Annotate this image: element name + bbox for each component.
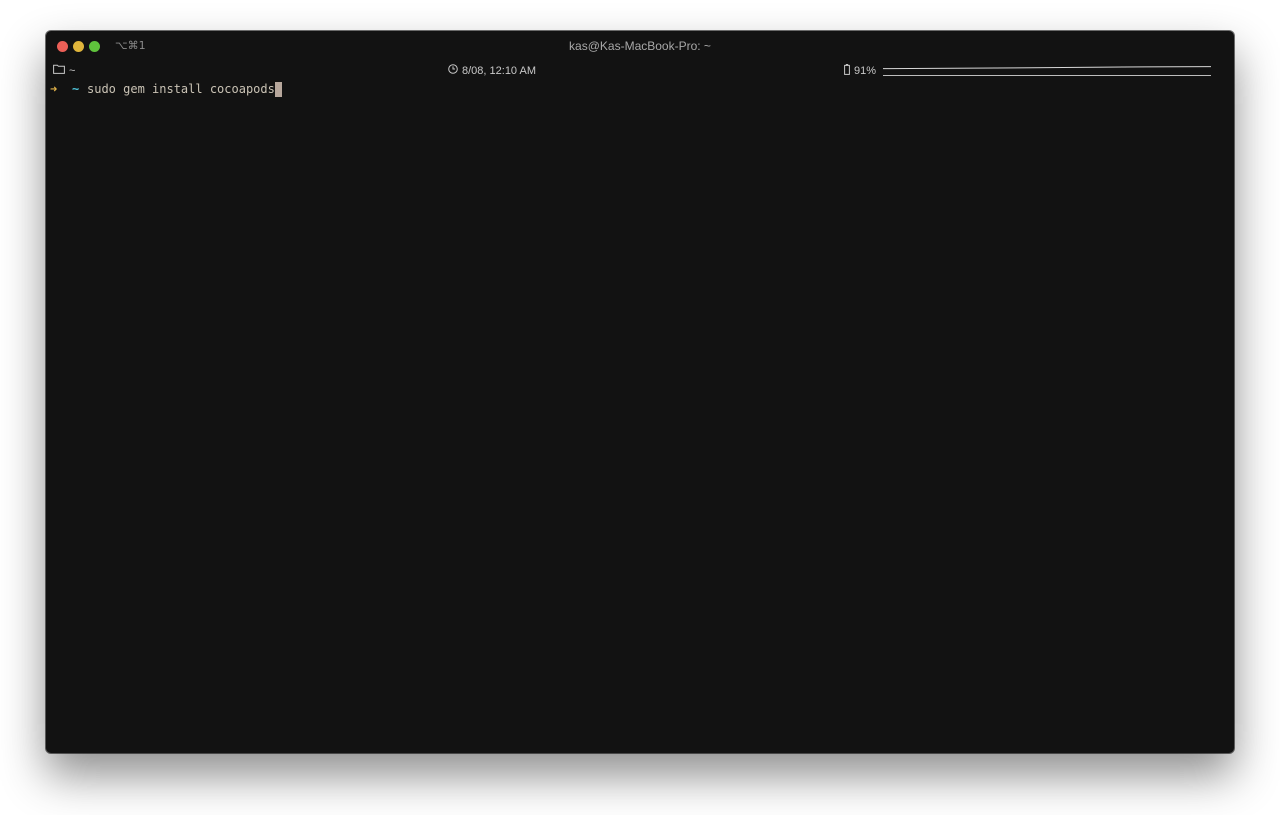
command-input[interactable]: sudo gem install cocoapods [87,81,275,97]
text-cursor [274,81,282,97]
prompt-line: ➜ ~ sudo gem install cocoapods [50,81,1234,97]
battery-label: 91% [854,65,877,77]
status-directory[interactable]: ~ [53,64,75,77]
datetime-label: 8/08, 12:10 AM [462,64,536,77]
title-bar[interactable]: ⌥⌘1 kas@Kas-MacBook-Pro: ~ [46,31,1234,61]
activity-sparkline [883,66,1211,76]
window-title: kas@Kas-MacBook-Pro: ~ [569,39,711,53]
prompt-directory: ~ [72,82,80,96]
battery-icon [844,64,850,78]
clock-icon [448,64,458,77]
terminal-window: ⌥⌘1 kas@Kas-MacBook-Pro: ~ ~ 8/08, 12:10… [46,31,1234,753]
folder-icon [53,64,65,77]
terminal-content[interactable]: ➜ ~ sudo gem install cocoapods [46,81,1234,753]
prompt-arrow: ➜ [50,82,58,96]
status-battery: 91% [844,64,876,78]
directory-label: ~ [69,64,76,77]
status-datetime: 8/08, 12:10 AM [448,64,536,77]
status-bar: ~ 8/08, 12:10 AM 91% [46,63,1234,79]
